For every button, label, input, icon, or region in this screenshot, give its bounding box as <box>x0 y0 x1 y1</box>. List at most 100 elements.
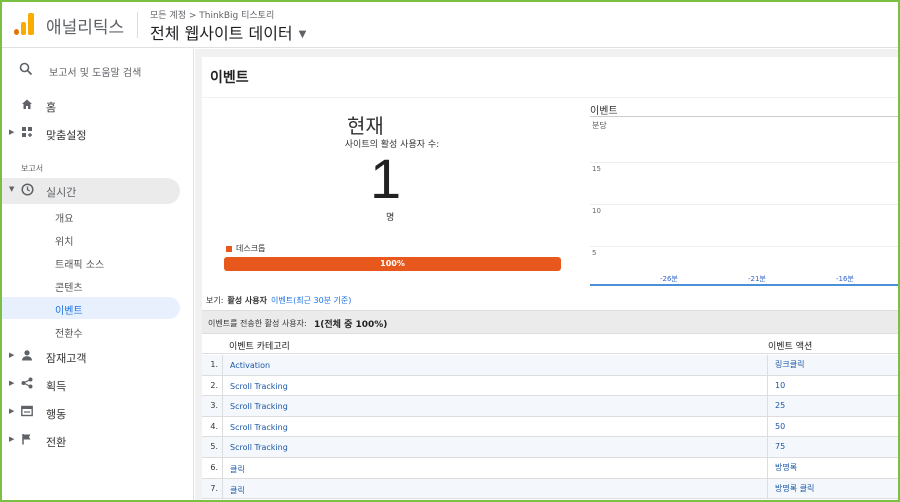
view-events-link[interactable]: 이벤트(최근 30분 기준) <box>271 296 351 305</box>
event-action-link[interactable]: 방명록 <box>767 458 898 478</box>
chart-gridline <box>590 204 898 205</box>
app-name: 애널리틱스 <box>46 18 125 38</box>
sidebar-item-label: 홈 <box>46 101 57 114</box>
row-number: 5. <box>202 437 223 458</box>
chart-x-tick: -26분 <box>660 275 678 283</box>
chart-x-tick: -16분 <box>836 275 854 283</box>
clock-icon <box>20 183 34 197</box>
property-selector[interactable]: 전체 웹사이트 데이터 ▼ <box>150 20 306 44</box>
app-frame: 애널리틱스 모든 계정 > ThinkBig 티스토리 전체 웹사이트 데이터 ▼… <box>0 0 900 502</box>
caret-down-icon: ▼ <box>298 29 307 40</box>
sidebar-subitem-content[interactable]: 콘텐츠 <box>2 274 188 296</box>
event-category-link[interactable]: 클릭 <box>230 464 245 475</box>
view-active-users[interactable]: 활성 사용자 <box>227 296 267 305</box>
acquisition-icon <box>20 377 34 391</box>
sidebar-item-label: 맞춤설정 <box>46 129 87 142</box>
sidebar-subitem-traffic-sources[interactable]: 트래픽 소스 <box>2 251 188 273</box>
event-category-link[interactable]: Scroll Tracking <box>230 382 288 391</box>
table-row: 3. Scroll Tracking 25 <box>202 396 898 417</box>
row-number: 7. <box>202 478 223 499</box>
sidebar-subitem-overview[interactable]: 개요 <box>2 205 188 227</box>
event-action-link[interactable]: 25 <box>767 396 898 417</box>
page-title: 이벤트 <box>210 70 249 86</box>
sidebar-subitem-label: 전환수 <box>55 329 83 340</box>
report-content: 현재 사이트의 활성 사용자 수: 1 명 데스크톱 100% 이벤트 분당 1… <box>202 98 898 500</box>
chart-title: 이벤트 <box>590 106 618 117</box>
table-row: 1. Activation 링크클릭 <box>202 355 898 376</box>
sidebar-item-home[interactable]: 홈 <box>2 93 188 119</box>
event-action-link[interactable]: 링크클릭 <box>767 355 898 375</box>
row-number: 2. <box>202 375 223 396</box>
sidebar: 보고서 및 도움말 검색 홈 ▶ 맞춤설정 보고서 ▼ 실시간 개요 위치 트래… <box>2 49 194 500</box>
sidebar-item-realtime[interactable]: ▼ 실시간 <box>2 178 180 204</box>
sidebar-item-conversions[interactable]: ▶ 전환 <box>2 428 188 454</box>
event-action-link[interactable]: 방명록 클릭 <box>767 478 898 499</box>
table-row: 7. 클릭 방명록 클릭 <box>202 478 898 500</box>
event-category-link[interactable]: Scroll Tracking <box>230 423 288 432</box>
column-header-category[interactable]: 이벤트 카테고리 <box>229 339 290 352</box>
chevron-right-icon: ▶ <box>9 379 15 387</box>
device-share-percent: 100% <box>380 259 405 268</box>
sidebar-subitem-locations[interactable]: 위치 <box>2 228 188 250</box>
sidebar-item-customization[interactable]: ▶ 맞춤설정 <box>2 121 188 147</box>
device-share-bar: 100% <box>224 257 561 271</box>
chart-x-axis <box>590 284 898 286</box>
reports-section-label: 보고서 <box>21 164 44 173</box>
chevron-right-icon: ▶ <box>9 435 15 443</box>
top-header: 애널리틱스 모든 계정 > ThinkBig 티스토리 전체 웹사이트 데이터 ▼ <box>2 2 898 48</box>
analytics-logo-icon[interactable] <box>14 13 36 35</box>
events-chart: 15 10 5 <box>590 128 898 286</box>
chevron-right-icon: ▶ <box>9 351 15 359</box>
device-legend: 데스크톱 <box>226 243 265 254</box>
sidebar-item-label: 실시간 <box>46 186 77 199</box>
event-category-link[interactable]: Scroll Tracking <box>230 402 288 411</box>
sidebar-item-acquisition[interactable]: ▶ 획득 <box>2 372 188 398</box>
event-category-link[interactable]: 클릭 <box>230 485 245 496</box>
sidebar-item-label: 잠재고객 <box>46 352 87 365</box>
header-divider <box>137 12 138 38</box>
event-action-link[interactable]: 10 <box>767 375 898 396</box>
sidebar-item-label: 전환 <box>46 436 67 449</box>
sidebar-item-behavior[interactable]: ▶ 행동 <box>2 400 188 426</box>
flag-icon <box>20 433 34 447</box>
chart-y-tick: 10 <box>592 207 601 215</box>
event-category-link[interactable]: Scroll Tracking <box>230 443 288 452</box>
table-header: 이벤트 카테고리 이벤트 액션 <box>202 334 898 354</box>
chart-title-rule <box>590 116 898 117</box>
row-number: 3. <box>202 396 223 417</box>
page-title-bar: 이벤트 <box>202 57 898 97</box>
now-label: 현재 <box>347 114 384 138</box>
chart-y-tick: 5 <box>592 249 597 257</box>
legend-swatch <box>226 245 232 252</box>
event-category-link[interactable]: Activation <box>230 361 270 370</box>
property-name: 전체 웹사이트 데이터 <box>150 24 293 43</box>
chart-gridline <box>590 246 898 247</box>
event-action-link[interactable]: 50 <box>767 416 898 437</box>
chevron-down-icon: ▼ <box>9 185 15 193</box>
summary-value: 1(전체 중 100%) <box>314 320 388 330</box>
chart-y-tick: 15 <box>592 165 601 173</box>
sidebar-subitem-events[interactable]: 이벤트 <box>2 297 180 319</box>
event-action-link[interactable]: 75 <box>767 437 898 458</box>
table-row: 6. 클릭 방명록 <box>202 458 898 479</box>
sidebar-item-audience[interactable]: ▶ 잠재고객 <box>2 344 188 370</box>
sidebar-subitem-conversions[interactable]: 전환수 <box>2 320 188 342</box>
main-panel: 이벤트 현재 사이트의 활성 사용자 수: 1 명 데스크톱 100% 이벤트 … <box>195 49 898 500</box>
column-header-action[interactable]: 이벤트 액션 <box>768 339 812 352</box>
chevron-right-icon: ▶ <box>9 128 15 136</box>
view-selector: 보기: 활성 사용자 이벤트(최근 30분 기준) <box>206 295 351 306</box>
sidebar-subitem-label: 트래픽 소스 <box>55 260 105 271</box>
table-row: 4. Scroll Tracking 50 <box>202 416 898 438</box>
report-search[interactable]: 보고서 및 도움말 검색 <box>2 49 194 93</box>
chart-x-tick: -21분 <box>748 275 766 283</box>
sidebar-subitem-label: 위치 <box>55 237 74 248</box>
chevron-right-icon: ▶ <box>9 407 15 415</box>
dashboard-icon <box>20 126 34 140</box>
table-row: 2. Scroll Tracking 10 <box>202 375 898 397</box>
sidebar-subitem-label: 개요 <box>55 214 74 225</box>
row-number: 4. <box>202 416 223 437</box>
search-icon <box>19 62 33 80</box>
sidebar-item-label: 행동 <box>46 408 67 421</box>
sidebar-subitem-label: 이벤트 <box>55 306 83 317</box>
row-number: 6. <box>202 458 223 478</box>
